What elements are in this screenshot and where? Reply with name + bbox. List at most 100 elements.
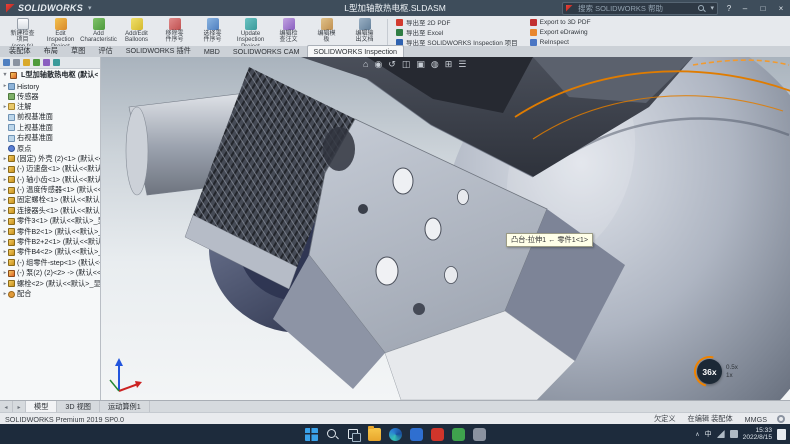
tree-item-component[interactable]: ▸ 零件B4<2> (默认<<默认>_显示... [2,247,100,257]
tree-item-component[interactable]: ▸ (固定) 外壳 (2)<1> (默认<<默认>_显示状 [2,154,100,164]
previous-view-icon[interactable]: ↺ [388,58,396,70]
tab-sketch[interactable]: 草图 [65,45,91,57]
maximize-button[interactable]: □ [754,0,772,16]
status-constraint-state: 欠定义 [654,414,676,424]
view-orientation-icon[interactable]: ▣ [416,58,425,70]
new-inspection-project-button[interactable]: 新建检查 项目 (emp.fc) [4,17,41,47]
add-edit-balloons-button[interactable]: Add/Edit Balloons [118,17,155,47]
tree-item-annotations[interactable]: ▸ 注解 [2,102,100,112]
tree-item-component[interactable]: ▸ 固定螺栓<1> (默认<<默认>_显示状 [2,195,100,205]
zoom-factor-badge[interactable]: 36x [697,359,722,384]
ime-indicator[interactable]: 中 [705,429,712,439]
start-button-icon[interactable] [305,428,318,441]
search-options-icon[interactable]: ▾ [710,4,714,12]
tree-item-front-plane[interactable]: 前视基准面 [2,112,100,122]
file-explorer-icon[interactable] [368,428,381,441]
help-button[interactable]: ? [722,0,736,16]
app-icon[interactable] [410,428,423,441]
close-button[interactable]: × [772,0,790,16]
tree-item-component[interactable]: ▸ (-) 泵(2) (2)<2> -> (默认<<默认>... [2,268,100,278]
tree-item-component[interactable]: ▸ (-) 迈速盘<1> (默认<<默认>_显示... [2,164,100,174]
tab-inspection[interactable]: SOLIDWORKS Inspection [307,45,405,57]
tree-item-component[interactable]: ▸ 零件B2+2<1> (默认<<默认>_显... [2,237,100,247]
edit-export-document-button[interactable]: 编辑输 出文档 [346,17,383,47]
tree-item-component[interactable]: ▸ 零件B2<1> (默认<<默认>_显示... [2,226,100,236]
tree-item-top-plane[interactable]: 上视基准面 [2,123,100,133]
zoom-fit-icon[interactable]: ⌂ [363,58,368,70]
add-characteristic-button[interactable]: Add Characteristic [80,17,117,47]
help-search-box[interactable]: ▾ [562,2,718,15]
tree-item-origin[interactable]: 原点 [2,143,100,153]
collapse-arrow-icon[interactable]: ▼ [2,72,8,78]
tree-item-history[interactable]: ▸ History [2,81,100,91]
export-excel-item[interactable]: 导出至 Excel [396,28,518,36]
tab-mbd[interactable]: MBD [198,46,226,57]
edit-template-button[interactable]: 编辑模 板 [308,17,345,47]
pdf-3d-icon [530,19,537,26]
app-icon[interactable] [452,428,465,441]
edge-browser-icon[interactable] [389,428,402,441]
minimize-button[interactable]: – [736,0,754,16]
edit-inspection-note-button[interactable]: 编辑检 查注文 [270,17,307,47]
tree-item-component[interactable]: ▸ (-) 轴小齿<1> (默认<<默认>_显... [2,175,100,185]
network-icon[interactable] [717,430,725,438]
inspection-tab-icon[interactable] [53,59,60,66]
task-view-icon[interactable] [347,428,360,441]
reinspect-item[interactable]: ReInspect [530,38,591,46]
ribbon-toolbar: 新建检查 项目 (emp.fc) Edit Inspection Project… [0,16,790,48]
app-icon[interactable] [473,428,486,441]
tray-expand-icon[interactable]: ∧ [695,431,699,438]
app-logo[interactable]: SOLIDWORKS ▾ [0,3,98,13]
tree-item-mates[interactable]: ▸ 配合 [2,289,100,299]
status-options-icon[interactable] [777,415,785,423]
tab-layout[interactable]: 布局 [38,45,64,57]
configurationmanager-tab-icon[interactable] [23,59,30,66]
search-icon[interactable] [698,5,705,12]
dimxpert-tab-icon[interactable] [33,59,40,66]
display-style-icon[interactable]: ◍ [431,58,439,70]
tab-evaluate[interactable]: 评估 [92,45,118,57]
volume-icon[interactable] [730,430,738,438]
solidworks-taskbar-icon[interactable] [431,428,444,441]
reinspect-icon [530,39,537,46]
tree-item-component[interactable]: ▸ 零件3<1> (默认<<默认>_显示状态 [2,216,100,226]
clock[interactable]: 15:33 2022/8/15 [743,427,772,442]
tree-item-component[interactable]: ▸ (-) 组零件-step<1> (默认<<默认... [2,258,100,268]
tree-item-sensors[interactable]: 传感器 [2,91,100,101]
section-view-icon[interactable]: ◫ [402,58,411,70]
tree-item-component[interactable]: ▸ (-) 温度传感器<1> (默认<<默... [2,185,100,195]
remove-part-balloons-button[interactable]: 移除零 件序号 [156,17,193,47]
menu-expand-icon[interactable]: ▾ [88,4,92,12]
reference-triad [105,353,145,397]
edrawing-icon [530,29,537,36]
graphics-viewport[interactable]: ⌂ ◉ ↺ ◫ ▣ ◍ ⊞ ☰ 凸台-拉伸1 ← 零件1<1> 36x 0.5x… [101,57,790,400]
export-inspection-project-item[interactable]: 导出至 SOLIDWORKS Inspection 项目 [396,38,518,46]
tab-cam[interactable]: SOLIDWORKS CAM [227,46,306,57]
tab-addins[interactable]: SOLIDWORKS 插件 [120,45,197,57]
zoom-indicator[interactable]: 36x 0.5x 1x [697,359,738,384]
edit-template-icon [321,18,333,30]
tree-item-component[interactable]: ▸ 连接器头<1> (默认<<默认>_显... [2,206,100,216]
tree-item-right-plane[interactable]: 右视基准面 [2,133,100,143]
featuremanager-tab-icon[interactable] [3,59,10,66]
app-name: SOLIDWORKS [18,3,83,13]
export-edrawing-item[interactable]: Export eDrawing [530,28,591,36]
tree-root-item[interactable]: ▼ L型加轴散热电枢 (默认<默认_显示状态- [0,69,100,81]
propertymanager-tab-icon[interactable] [13,59,20,66]
export-menu-group: 导出至 2D PDF 导出至 Excel 导出至 SOLIDWORKS Insp… [392,17,595,47]
notification-center-icon[interactable] [777,429,786,440]
taskbar-search-icon[interactable] [326,428,339,441]
export-3d-pdf-item[interactable]: Export to 3D PDF [530,18,591,26]
status-units[interactable]: MMGS [745,415,767,424]
edit-inspection-project-button[interactable]: Edit Inspection Project [42,17,79,47]
zoom-area-icon[interactable]: ◉ [374,58,382,70]
select-part-balloons-button[interactable]: 选择零 件序号 [194,17,231,47]
view-settings-icon[interactable]: ☰ [458,58,466,70]
search-input[interactable] [576,3,695,14]
update-inspection-project-button[interactable]: Update Inspection Project [232,17,269,47]
export-2d-pdf-item[interactable]: 导出至 2D PDF [396,18,518,26]
tree-item-component[interactable]: ▸ 螺栓<2> (默认<<默认>_显示状态 [2,278,100,288]
hide-show-items-icon[interactable]: ⊞ [445,58,453,70]
displaymanager-tab-icon[interactable] [43,59,50,66]
tab-assembly[interactable]: 装配体 [3,45,37,57]
